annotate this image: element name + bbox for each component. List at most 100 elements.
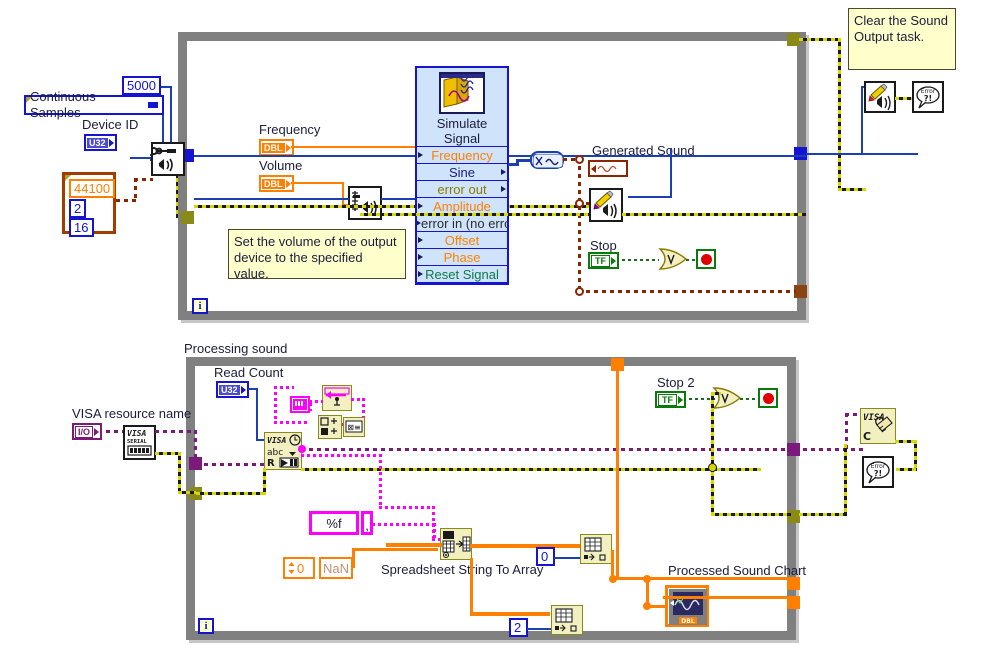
enum-corner-fold bbox=[26, 97, 32, 103]
delimiter-value: , bbox=[365, 518, 369, 533]
stop-node-bottom[interactable] bbox=[758, 388, 778, 408]
stop-2-label: Stop 2 bbox=[657, 375, 695, 390]
express-row-sine[interactable]: Sine bbox=[417, 163, 507, 180]
device-id-type: U32 bbox=[87, 137, 108, 148]
wire-task-through-volume bbox=[194, 198, 349, 200]
bytes-at-port-inner-terminal[interactable] bbox=[290, 396, 310, 413]
sound-generation-loop-iteration-terminal[interactable]: i bbox=[192, 298, 208, 314]
index-array-icon bbox=[552, 606, 582, 634]
wire-error-write-in bbox=[360, 213, 590, 216]
frequency-terminal[interactable]: DBL bbox=[259, 139, 294, 156]
or-node-top[interactable] bbox=[658, 248, 688, 270]
wire-err-out-bottom-v bbox=[844, 444, 847, 516]
stop-label: Stop bbox=[590, 238, 617, 253]
bytes-at-port-property-node[interactable] bbox=[322, 385, 352, 411]
express-row-error-out[interactable]: error out bbox=[417, 180, 507, 197]
stop-node-top[interactable] bbox=[696, 249, 716, 269]
simple-error-handler-node-top[interactable]: Error ?! bbox=[912, 81, 944, 113]
stop-2-terminal[interactable]: TF bbox=[655, 391, 686, 408]
sample-mode-constant[interactable]: Continuous Samples bbox=[24, 89, 164, 120]
processing-sound-loop-iteration-terminal[interactable]: i bbox=[198, 618, 214, 634]
wire-generated-sound-up bbox=[670, 148, 672, 198]
chevron-down-icon[interactable] bbox=[148, 102, 158, 108]
wire-config-visa-out bbox=[155, 430, 197, 433]
input-terminal-icon bbox=[418, 203, 423, 209]
sound-output-configure-node[interactable] bbox=[151, 142, 185, 176]
sound-output-clear-node[interactable] bbox=[864, 81, 896, 113]
wire-err-out-bottom-h bbox=[799, 513, 847, 516]
property-node-icon bbox=[323, 386, 351, 410]
sound-output-write-node[interactable] bbox=[589, 188, 623, 222]
express-vi-footer bbox=[417, 282, 507, 291]
tunnel-error-out-bottom[interactable] bbox=[787, 510, 800, 523]
svg-text:DBL: DBL bbox=[681, 618, 695, 625]
not-equal-zero-node[interactable]: ⊠≡ bbox=[343, 417, 365, 437]
error-dialog-icon: Error ?! bbox=[866, 461, 890, 484]
index-array-2-constant[interactable]: 2 bbox=[509, 618, 528, 637]
express-row-offset[interactable]: Offset bbox=[417, 231, 507, 248]
compare-icon: ⊠≡ bbox=[344, 418, 364, 436]
index-array-0-constant[interactable]: 0 bbox=[536, 547, 555, 566]
wire-nan-to-ss bbox=[352, 548, 438, 551]
generated-sound-terminal[interactable] bbox=[588, 160, 628, 177]
express-row-phase[interactable]: Phase bbox=[417, 248, 507, 265]
read-count-terminal[interactable]: U32 bbox=[216, 381, 249, 398]
simulate-signal-express-vi[interactable]: Simulate Signal Frequency Sine error out… bbox=[415, 66, 509, 285]
wire-junction-visa bbox=[298, 445, 306, 453]
visa-configure-serial-port-node[interactable]: VISA SERIAL bbox=[123, 425, 156, 460]
read-count-label: Read Count bbox=[214, 365, 284, 380]
or-gate-icon bbox=[712, 387, 742, 409]
express-row-reset-signal[interactable]: Reset Signal bbox=[417, 265, 507, 282]
express-row-label: Phase bbox=[443, 250, 481, 265]
wire-frequency bbox=[291, 146, 418, 148]
wire-err-top-out-v bbox=[838, 38, 841, 190]
stop-terminal[interactable]: TF bbox=[588, 252, 619, 269]
or-node-bottom[interactable] bbox=[712, 387, 742, 409]
input-terminal-icon bbox=[418, 152, 423, 158]
wire-stop-to-or bbox=[622, 259, 659, 261]
wire-volume-h bbox=[291, 182, 344, 184]
nan-constant[interactable]: NaN bbox=[319, 557, 353, 579]
svg-text:?!: ?! bbox=[874, 469, 882, 478]
frequency-label: Frequency bbox=[259, 122, 321, 137]
wire-array-to-idx2 bbox=[470, 612, 550, 616]
express-row-error-in[interactable]: error in (no error) bbox=[417, 214, 507, 231]
wire-array-to-idx0b bbox=[470, 544, 580, 548]
format-string-constant[interactable]: %f bbox=[309, 511, 359, 535]
wire-cluster-h2 bbox=[134, 178, 153, 181]
visa-resource-name-terminal[interactable]: I/O bbox=[72, 423, 103, 440]
wire-or-to-stop-bottom bbox=[740, 398, 758, 400]
wire-bytes-bottom bbox=[274, 421, 310, 424]
visa-read-node[interactable]: VISA abc R bbox=[264, 432, 302, 470]
convert-dynamic-data-icon bbox=[533, 154, 563, 168]
channels-constant[interactable]: 2 bbox=[69, 199, 86, 218]
spreadsheet-string-to-array-node[interactable] bbox=[440, 528, 472, 560]
visa-close-node[interactable]: VISA C bbox=[860, 408, 896, 444]
index-array-node-0[interactable] bbox=[580, 534, 612, 564]
processed-sound-chart-indicator[interactable]: DBL bbox=[665, 585, 709, 627]
wire-read-visa-out bbox=[301, 448, 795, 451]
increment-decrement-icon[interactable] bbox=[288, 561, 295, 575]
wire-readcount-into-read bbox=[256, 439, 264, 441]
numeric-zero-constant[interactable]: 0 bbox=[283, 557, 315, 579]
from-dynamic-data-node[interactable] bbox=[530, 151, 564, 169]
wire-config-err-into-tunnel bbox=[178, 491, 196, 494]
wire-nan-riser bbox=[352, 548, 355, 568]
bits-per-sample-constant[interactable]: 16 bbox=[69, 218, 94, 237]
wire-read-visa-in bbox=[196, 463, 266, 466]
express-row-amplitude[interactable]: Amplitude bbox=[417, 197, 507, 214]
sound-format-cluster[interactable]: 44100 2 16 bbox=[62, 172, 116, 237]
sample-rate-constant[interactable]: 44100 bbox=[69, 179, 116, 198]
string-length-node[interactable] bbox=[318, 415, 342, 439]
tunnel-error-in-left[interactable] bbox=[181, 211, 194, 224]
volume-terminal[interactable]: DBL bbox=[259, 175, 294, 192]
wire-idx2-const bbox=[527, 628, 551, 630]
wire-config-visa-down bbox=[194, 430, 197, 463]
visa-serial-icon: VISA SERIAL bbox=[127, 429, 152, 456]
svg-text:SERIAL: SERIAL bbox=[127, 439, 148, 445]
express-row-frequency[interactable]: Frequency bbox=[417, 146, 507, 163]
simple-error-handler-node-bottom[interactable]: Error ?! bbox=[862, 456, 894, 488]
visa-read-icon: VISA abc R bbox=[265, 433, 301, 469]
device-id-terminal[interactable]: U32 bbox=[84, 134, 117, 151]
index-array-node-2[interactable] bbox=[551, 605, 583, 635]
